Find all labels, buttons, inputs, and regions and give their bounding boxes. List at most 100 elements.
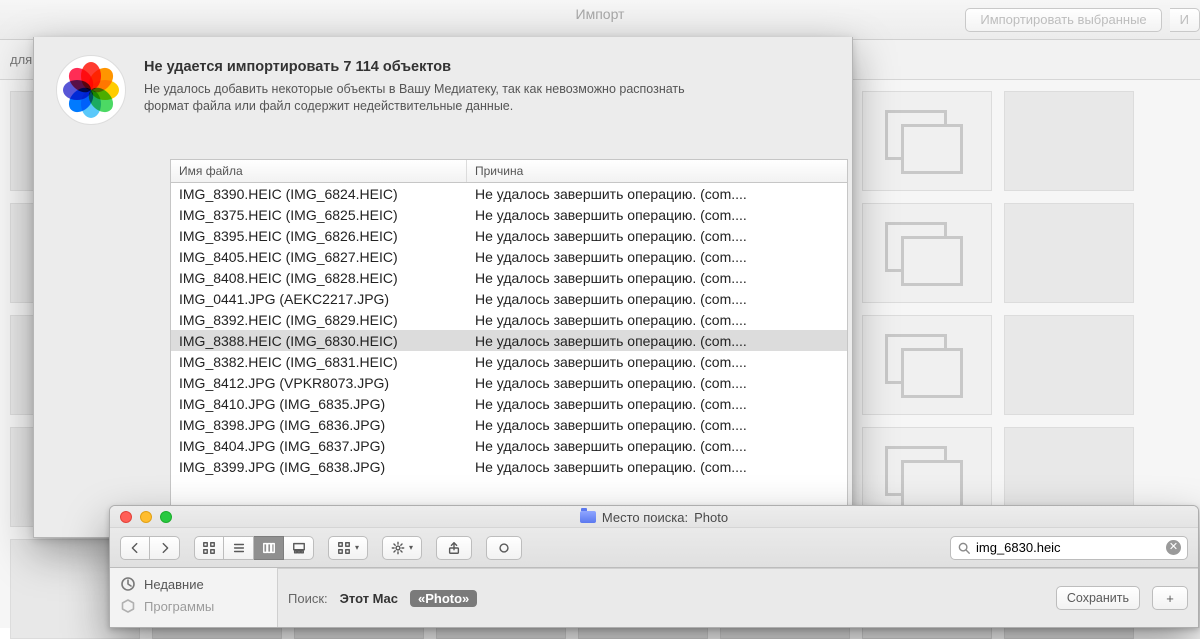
- cell-reason: Не удалось завершить операцию. (com....: [467, 204, 847, 225]
- cell-filename: IMG_8388.HEIC (IMG_6830.HEIC): [171, 330, 467, 351]
- cell-reason: Не удалось завершить операцию. (com....: [467, 435, 847, 456]
- cell-filename: IMG_8399.JPG (IMG_6838.JPG): [171, 456, 467, 477]
- table-row[interactable]: IMG_8395.HEIC (IMG_6826.HEIC)Не удалось …: [171, 225, 847, 246]
- add-criteria-button[interactable]: +: [1152, 586, 1188, 610]
- cell-reason: Не удалось завершить операцию. (com....: [467, 225, 847, 246]
- sidebar-item-recents[interactable]: Недавние: [120, 574, 267, 594]
- cell-filename: IMG_8392.HEIC (IMG_6829.HEIC): [171, 309, 467, 330]
- view-icons-button[interactable]: [194, 536, 224, 560]
- finder-sidebar: Недавние Программы: [110, 568, 278, 627]
- view-gallery-button[interactable]: [284, 536, 314, 560]
- cell-reason: Не удалось завершить операцию. (com....: [467, 456, 847, 477]
- import-all-button-fragment[interactable]: И: [1170, 8, 1200, 32]
- thumbnail-stack[interactable]: [862, 315, 992, 415]
- view-columns-button[interactable]: [254, 536, 284, 560]
- table-row[interactable]: IMG_8412.JPG (VPKR8073.JPG)Не удалось за…: [171, 372, 847, 393]
- arrange-button[interactable]: ▾: [328, 536, 368, 560]
- cell-reason: Не удалось завершить операцию. (com....: [467, 393, 847, 414]
- table-row[interactable]: IMG_8382.HEIC (IMG_6831.HEIC)Не удалось …: [171, 351, 847, 372]
- search-input[interactable]: [976, 540, 1166, 555]
- table-row[interactable]: IMG_8404.JPG (IMG_6837.JPG)Не удалось за…: [171, 435, 847, 456]
- cell-filename: IMG_8395.HEIC (IMG_6826.HEIC): [171, 225, 467, 246]
- cell-reason: Не удалось завершить операцию. (com....: [467, 372, 847, 393]
- cell-filename: IMG_8410.JPG (IMG_6835.JPG): [171, 393, 467, 414]
- table-row[interactable]: IMG_0441.JPG (AEKC2217.JPG)Не удалось за…: [171, 288, 847, 309]
- minimize-button[interactable]: [140, 511, 152, 523]
- table-row[interactable]: IMG_8405.HEIC (IMG_6827.HEIC)Не удалось …: [171, 246, 847, 267]
- column-reason[interactable]: Причина: [467, 160, 847, 182]
- finder-title: Место поиска: Photo: [110, 506, 1198, 528]
- clear-search-button[interactable]: ✕: [1166, 540, 1181, 555]
- sidebar-item-applications[interactable]: Программы: [120, 596, 267, 616]
- import-selected-button[interactable]: Импортировать выбранные: [965, 8, 1161, 32]
- gallery-icon: [292, 541, 306, 555]
- action-button[interactable]: ▾: [382, 536, 422, 560]
- cell-reason: Не удалось завершить операцию. (com....: [467, 267, 847, 288]
- chevron-down-icon: ▾: [355, 543, 359, 552]
- cell-filename: IMG_8390.HEIC (IMG_6824.HEIC): [171, 183, 467, 204]
- arrange-icon: [337, 541, 351, 555]
- table-row[interactable]: IMG_8375.HEIC (IMG_6825.HEIC)Не удалось …: [171, 204, 847, 225]
- finder-titlebar[interactable]: Место поиска: Photo: [110, 506, 1198, 528]
- chevron-left-icon: [128, 541, 142, 555]
- close-button[interactable]: [120, 511, 132, 523]
- scope-label: Поиск:: [288, 591, 328, 606]
- tags-button[interactable]: [486, 536, 522, 560]
- thumbnail-stack[interactable]: [862, 91, 992, 191]
- table-row[interactable]: IMG_8390.HEIC (IMG_6824.HEIC)Не удалось …: [171, 183, 847, 204]
- dialog-title: Не удается импортировать 7 114 объектов: [144, 59, 704, 75]
- grid-icon: [202, 541, 216, 555]
- dialog-header: Не удается импортировать 7 114 объектов …: [34, 37, 852, 131]
- search-field[interactable]: ✕: [950, 536, 1188, 560]
- cell-filename: IMG_8408.HEIC (IMG_6828.HEIC): [171, 267, 467, 288]
- table-row[interactable]: IMG_8408.HEIC (IMG_6828.HEIC)Не удалось …: [171, 267, 847, 288]
- search-scope-bar: Поиск: Этот Mac «Photo» Сохранить +: [278, 568, 1198, 627]
- table-row[interactable]: IMG_8388.HEIC (IMG_6830.HEIC)Не удалось …: [171, 330, 847, 351]
- finder-toolbar: ▾ ▾ ✕: [110, 528, 1198, 568]
- view-list-button[interactable]: [224, 536, 254, 560]
- table-header: Имя файла Причина: [171, 160, 847, 183]
- cell-filename: IMG_8382.HEIC (IMG_6831.HEIC): [171, 351, 467, 372]
- table-row[interactable]: IMG_8392.HEIC (IMG_6829.HEIC)Не удалось …: [171, 309, 847, 330]
- share-icon: [447, 541, 461, 555]
- save-search-button[interactable]: Сохранить: [1056, 586, 1140, 610]
- chevron-down-icon: ▾: [409, 543, 413, 552]
- thumbnail[interactable]: [1004, 203, 1134, 303]
- column-filename[interactable]: Имя файла: [171, 160, 467, 182]
- table-row[interactable]: IMG_8410.JPG (IMG_6835.JPG)Не удалось за…: [171, 393, 847, 414]
- sidebar-item-label: Программы: [144, 599, 214, 614]
- photos-app-icon: [56, 55, 126, 125]
- error-table[interactable]: Имя файла Причина IMG_8390.HEIC (IMG_682…: [170, 159, 848, 536]
- cell-reason: Не удалось завершить операцию. (com....: [467, 288, 847, 309]
- sidebar-item-label: Недавние: [144, 577, 204, 592]
- chevron-right-icon: [158, 541, 172, 555]
- dialog-description: Не удалось добавить некоторые объекты в …: [144, 81, 704, 115]
- forward-button[interactable]: [150, 536, 180, 560]
- scope-current-folder[interactable]: «Photo»: [410, 590, 477, 607]
- table-row[interactable]: IMG_8399.JPG (IMG_6838.JPG)Не удалось за…: [171, 456, 847, 477]
- window-controls: [120, 511, 172, 523]
- scope-this-mac[interactable]: Этот Mac: [340, 591, 398, 606]
- gear-icon: [391, 541, 405, 555]
- view-mode-segment: [194, 536, 314, 560]
- cell-filename: IMG_8375.HEIC (IMG_6825.HEIC): [171, 204, 467, 225]
- folder-icon: [580, 511, 596, 523]
- list-icon: [232, 541, 246, 555]
- apps-icon: [120, 598, 136, 614]
- clock-icon: [120, 576, 136, 592]
- search-icon: [957, 541, 971, 555]
- thumbnail-stack[interactable]: [862, 203, 992, 303]
- zoom-button[interactable]: [160, 511, 172, 523]
- thumbnail[interactable]: [1004, 91, 1134, 191]
- cell-reason: Не удалось завершить операцию. (com....: [467, 414, 847, 435]
- cell-filename: IMG_8412.JPG (VPKR8073.JPG): [171, 372, 467, 393]
- back-button[interactable]: [120, 536, 150, 560]
- share-button[interactable]: [436, 536, 472, 560]
- table-row[interactable]: IMG_8398.JPG (IMG_6836.JPG)Не удалось за…: [171, 414, 847, 435]
- cell-filename: IMG_8404.JPG (IMG_6837.JPG): [171, 435, 467, 456]
- finder-window: Место поиска: Photo: [109, 505, 1199, 628]
- finder-title-scope: Photo: [694, 510, 728, 525]
- tag-icon: [497, 541, 511, 555]
- thumbnail[interactable]: [1004, 315, 1134, 415]
- finder-body: Недавние Программы Поиск: Этот Mac «Phot…: [110, 568, 1198, 627]
